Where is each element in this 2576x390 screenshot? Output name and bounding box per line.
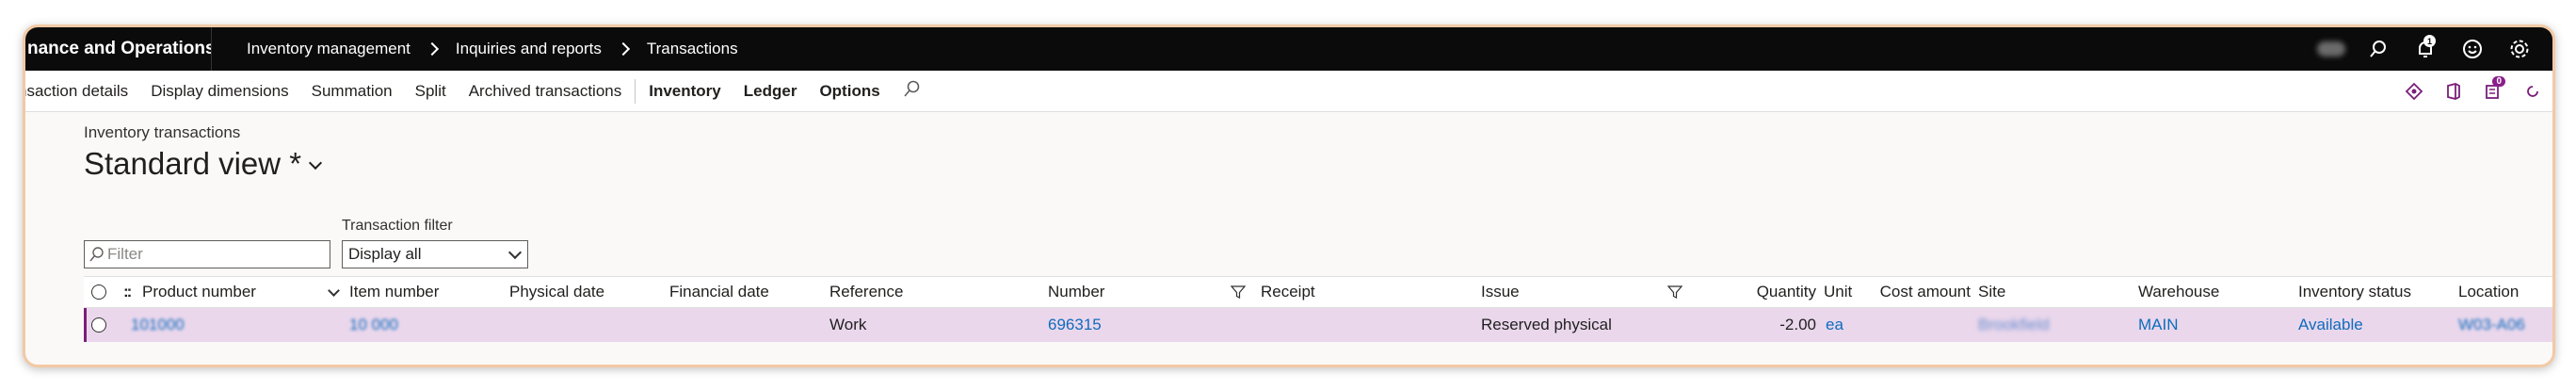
action-split[interactable]: Split [404, 82, 458, 101]
column-header-number[interactable]: Number [1048, 277, 1104, 307]
settings-icon[interactable] [2496, 27, 2543, 71]
filter-input[interactable] [107, 245, 324, 264]
number-filter-icon[interactable] [1231, 277, 1246, 307]
column-header-issue[interactable]: Issue [1481, 277, 1520, 307]
power-apps-icon[interactable] [2394, 82, 2434, 101]
transactions-grid: :: Product number Item number Physical d… [84, 276, 2552, 342]
row-select-radio[interactable] [91, 308, 106, 342]
issue-filter-icon[interactable] [1667, 277, 1682, 307]
tab-inventory[interactable]: Inventory [637, 82, 733, 101]
search-icon[interactable] [2355, 27, 2402, 71]
column-grip-icon[interactable]: :: [123, 277, 132, 307]
breadcrumb: Inventory management Inquiries and repor… [247, 27, 738, 71]
chevron-down-icon [309, 155, 323, 171]
notifications-badge: 1 [2423, 35, 2436, 47]
app-window: nance and Operations Inventory managemen… [23, 24, 2555, 367]
chevron-down-icon [507, 245, 523, 260]
feedback-smiley-icon[interactable] [2449, 27, 2496, 71]
cell-item-number[interactable]: 10 000 [349, 308, 398, 342]
view-title: Standard view * [84, 146, 302, 181]
action-divider [635, 78, 636, 104]
transaction-filter-value: Display all [348, 245, 422, 263]
transaction-filter-select[interactable]: Display all [342, 240, 528, 268]
office-icon[interactable] [2434, 82, 2473, 101]
refresh-icon[interactable] [2513, 82, 2552, 101]
action-pane-right-icons: 0 [2394, 71, 2552, 112]
attachments-count-badge: 0 [2492, 76, 2505, 87]
breadcrumb-item-inventory-management[interactable]: Inventory management [247, 40, 411, 58]
cell-warehouse[interactable]: MAIN [2138, 308, 2179, 342]
filter-field[interactable] [84, 240, 330, 268]
column-header-unit[interactable]: Unit [1824, 277, 1852, 307]
app-name[interactable]: nance and Operations [25, 27, 212, 71]
cell-issue[interactable]: Reserved physical [1481, 308, 1612, 342]
column-header-quantity[interactable]: Quantity [1731, 277, 1816, 307]
table-row[interactable]: 101000 10 000 Work 696315 Reserved physi… [84, 308, 2552, 342]
top-nav-bar: nance and Operations Inventory managemen… [25, 27, 2552, 71]
account-icon[interactable] [2308, 27, 2355, 71]
column-header-financial-date[interactable]: Financial date [669, 277, 769, 307]
action-display-dimensions[interactable]: Display dimensions [139, 82, 299, 101]
action-search-icon[interactable] [892, 79, 933, 103]
view-selector[interactable]: Standard view * [84, 146, 323, 182]
tab-ledger[interactable]: Ledger [733, 82, 809, 101]
page-caption: Inventory transactions [84, 123, 241, 141]
column-header-inventory-status[interactable]: Inventory status [2298, 277, 2411, 307]
cell-number[interactable]: 696315 [1048, 308, 1102, 342]
column-header-receipt[interactable]: Receipt [1261, 277, 1315, 307]
column-header-location[interactable]: Location [2458, 277, 2519, 307]
action-archived-transactions[interactable]: Archived transactions [458, 82, 634, 101]
cell-inventory-status[interactable]: Available [2298, 308, 2363, 342]
column-header-warehouse[interactable]: Warehouse [2138, 277, 2219, 307]
notifications-icon[interactable]: 1 [2402, 27, 2449, 71]
filter-search-icon [89, 247, 104, 262]
tab-options[interactable]: Options [808, 82, 891, 101]
breadcrumb-item-inquiries-and-reports[interactable]: Inquiries and reports [456, 40, 602, 58]
cell-quantity[interactable]: -2.00 [1731, 308, 1816, 342]
column-header-product-number[interactable]: Product number [142, 277, 256, 307]
column-header-site[interactable]: Site [1978, 277, 2005, 307]
column-header-reference[interactable]: Reference [829, 277, 903, 307]
top-icon-group: 1 [2308, 27, 2543, 71]
chevron-right-icon [616, 41, 630, 57]
cell-site[interactable]: Brookfield [1978, 308, 2050, 342]
column-header-physical-date[interactable]: Physical date [509, 277, 604, 307]
cell-product-number[interactable]: 101000 [131, 308, 185, 342]
cell-cost-amount[interactable] [1873, 308, 1971, 342]
grid-header: :: Product number Item number Physical d… [84, 276, 2552, 308]
cell-unit[interactable]: ea [1826, 308, 1843, 342]
chevron-right-icon [425, 41, 439, 57]
action-summation[interactable]: Summation [300, 82, 404, 101]
cell-location[interactable]: W03-A06 [2458, 308, 2525, 342]
action-pane: nsaction details Display dimensions Summ… [25, 71, 2552, 112]
select-all-radio[interactable] [91, 277, 106, 307]
column-header-cost-amount[interactable]: Cost amount [1873, 277, 1971, 307]
page-content: Inventory transactions Standard view * T… [61, 112, 2552, 365]
sort-chevron-icon[interactable] [322, 277, 340, 307]
cell-reference[interactable]: Work [829, 308, 866, 342]
breadcrumb-item-transactions[interactable]: Transactions [647, 40, 738, 58]
attachments-icon[interactable]: 0 [2473, 76, 2513, 101]
transaction-filter-label: Transaction filter [342, 218, 453, 234]
column-header-item-number[interactable]: Item number [349, 277, 439, 307]
action-transaction-details[interactable]: nsaction details [25, 82, 139, 101]
